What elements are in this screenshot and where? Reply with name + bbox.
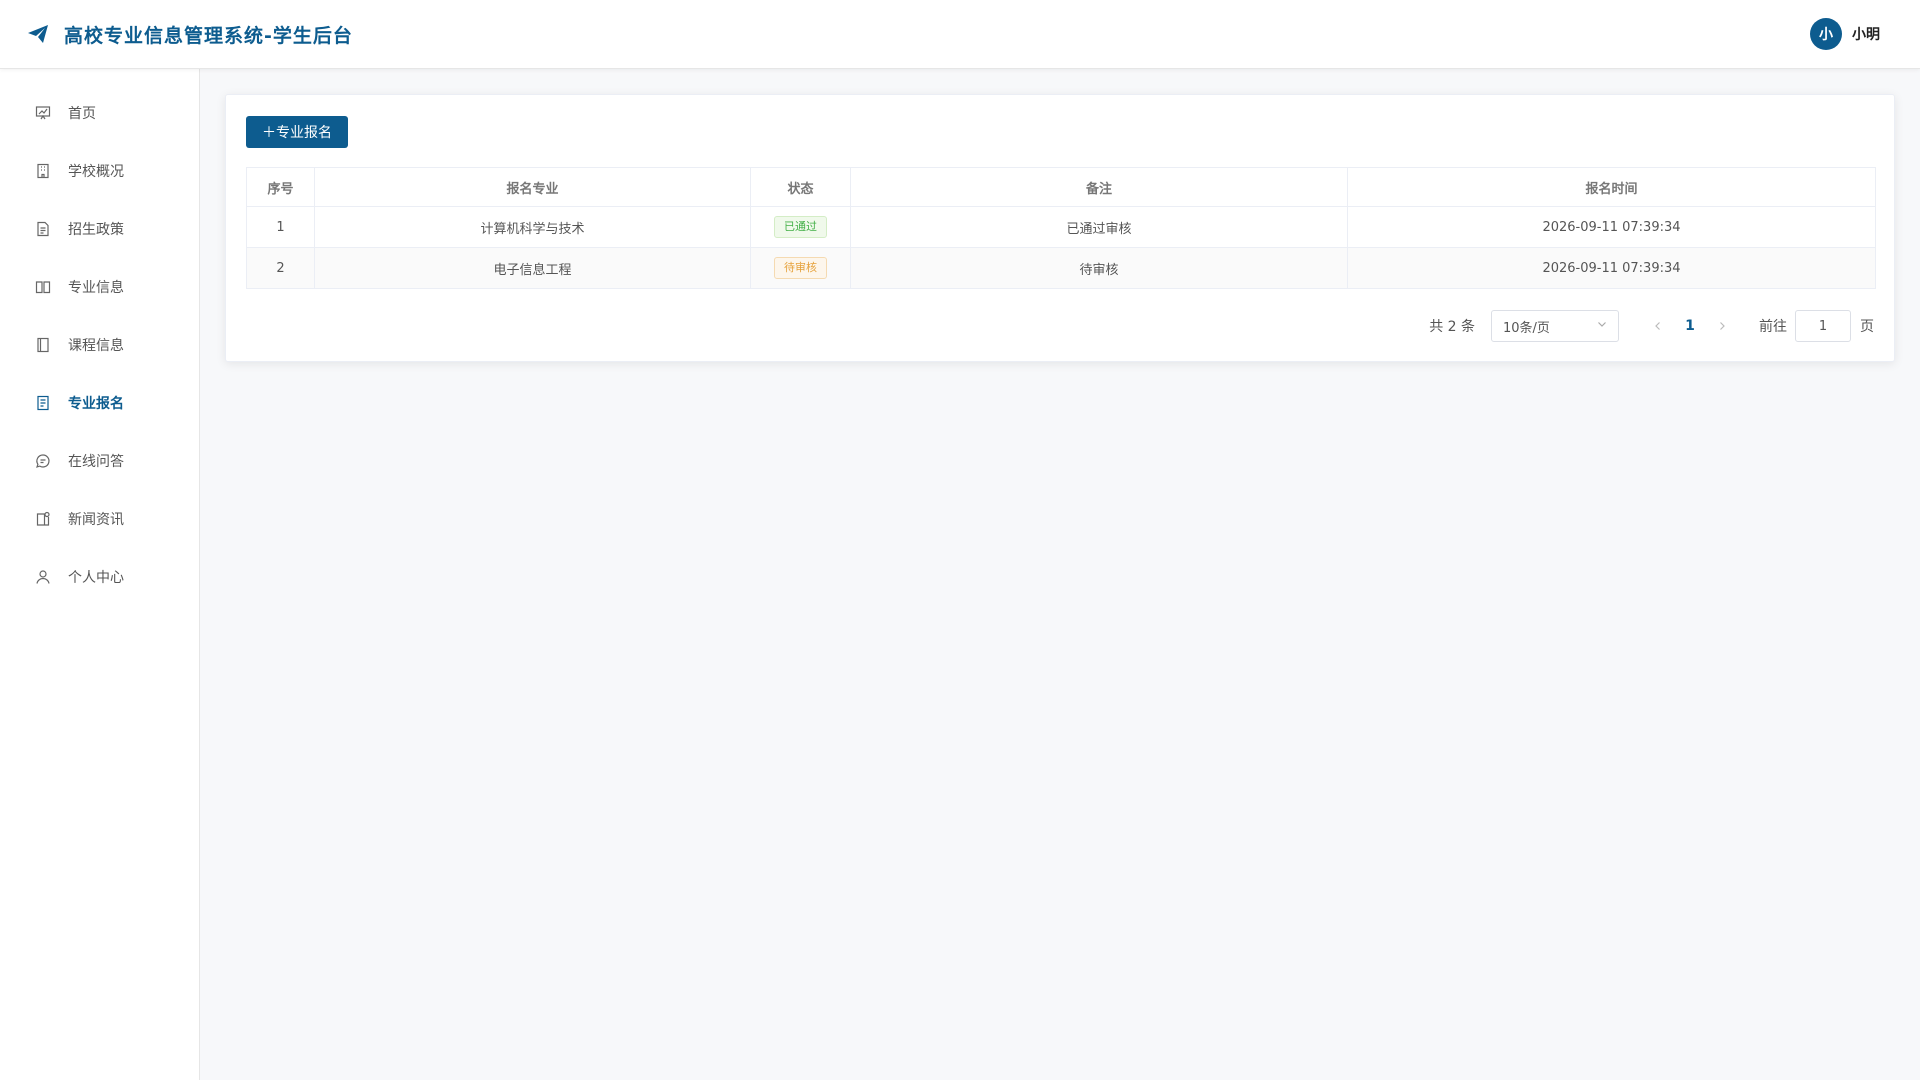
- chat-icon: [34, 452, 52, 470]
- user-menu[interactable]: 小 小明: [1810, 18, 1880, 50]
- sidebar-item-label: 学校概况: [68, 164, 124, 180]
- cell-index: 1: [246, 206, 315, 248]
- sidebar-item-label: 专业报名: [68, 396, 124, 412]
- notebook-icon: [34, 336, 52, 354]
- sidebar-item-online-qa[interactable]: 在线问答: [0, 432, 199, 490]
- app-title: 高校专业信息管理系统-学生后台: [64, 24, 353, 47]
- col-index-header[interactable]: 序号: [246, 167, 315, 207]
- sidebar-item-school-overview[interactable]: 学校概况: [0, 142, 199, 200]
- sidebar-item-course-info[interactable]: 课程信息: [0, 316, 199, 374]
- sidebar-item-label: 新闻资讯: [68, 512, 124, 528]
- sidebar-item-home[interactable]: 首页: [0, 84, 199, 142]
- status-badge: 待审核: [774, 257, 827, 279]
- chevron-left-icon: [1655, 322, 1660, 330]
- col-time-header[interactable]: 报名时间: [1347, 167, 1876, 207]
- top-header: 高校专业信息管理系统-学生后台 小 小明: [0, 0, 1920, 69]
- cell-remark: 已通过审核: [850, 206, 1348, 248]
- sidebar-item-label: 首页: [68, 106, 96, 122]
- sidebar-item-label: 招生政策: [68, 222, 124, 238]
- main-content: ＋专业报名 序号 报名专业 状态 备注 报名时间 1 计算机科学与技术 已通过: [200, 69, 1920, 1080]
- status-badge: 已通过: [774, 216, 827, 238]
- cell-time: 2026-09-11 07:39:34: [1347, 247, 1876, 289]
- signup-card: ＋专业报名 序号 报名专业 状态 备注 报名时间 1 计算机科学与技术 已通过: [225, 94, 1895, 362]
- page-number-current[interactable]: 1: [1673, 318, 1707, 334]
- cell-status: 已通过: [750, 206, 851, 248]
- col-status-header[interactable]: 状态: [750, 167, 851, 207]
- cell-remark: 待审核: [850, 247, 1348, 289]
- goto-page-input[interactable]: [1795, 310, 1851, 342]
- table-row[interactable]: 2 电子信息工程 待审核 待审核 2026-09-11 07:39:34: [246, 247, 1876, 289]
- sidebar-item-profile[interactable]: 个人中心: [0, 548, 199, 606]
- sidebar-item-major-info[interactable]: 专业信息: [0, 258, 199, 316]
- page-size-value: 10条/页: [1503, 320, 1550, 336]
- sidebar-item-label: 专业信息: [68, 280, 124, 296]
- cell-major: 计算机科学与技术: [314, 206, 751, 248]
- col-remark-header[interactable]: 备注: [850, 167, 1348, 207]
- user-icon: [34, 568, 52, 586]
- sidebar-item-label: 个人中心: [68, 570, 124, 586]
- paper-plane-icon: [25, 21, 51, 47]
- signup-table: 序号 报名专业 状态 备注 报名时间 1 计算机科学与技术 已通过 已通过审核 …: [246, 167, 1876, 289]
- news-icon: [34, 510, 52, 528]
- brand[interactable]: 高校专业信息管理系统-学生后台: [25, 21, 353, 48]
- user-name[interactable]: 小明: [1852, 24, 1880, 44]
- chevron-right-icon: [1720, 322, 1725, 330]
- sidebar-item-label: 课程信息: [68, 338, 124, 354]
- avatar[interactable]: 小: [1810, 18, 1842, 50]
- cell-major: 电子信息工程: [314, 247, 751, 289]
- cell-status: 待审核: [750, 247, 851, 289]
- next-page-button[interactable]: [1707, 310, 1737, 342]
- building-icon: [34, 162, 52, 180]
- pagination: 共 2 条 10条/页 1 前往 页: [1429, 310, 1874, 342]
- document-icon: [34, 220, 52, 238]
- table-header-row: 序号 报名专业 状态 备注 报名时间: [246, 167, 1876, 207]
- sidebar-item-major-signup[interactable]: 专业报名: [0, 374, 199, 432]
- cell-time: 2026-09-11 07:39:34: [1347, 206, 1876, 248]
- form-icon: [34, 394, 52, 412]
- sidebar-item-admission-policy[interactable]: 招生政策: [0, 200, 199, 258]
- cell-index: 2: [246, 247, 315, 289]
- dashboard-icon: [34, 104, 52, 122]
- chevron-down-icon: [1596, 318, 1608, 334]
- sidebar-menu: 首页 学校概况 招生政策 专业信息 课程信息 专业报名 在线问答 新闻资讯 个人…: [0, 69, 199, 606]
- table-row[interactable]: 1 计算机科学与技术 已通过 已通过审核 2026-09-11 07:39:34: [246, 206, 1876, 248]
- sidebar-item-news[interactable]: 新闻资讯: [0, 490, 199, 548]
- add-signup-button[interactable]: ＋专业报名: [246, 116, 348, 148]
- page-size-select[interactable]: 10条/页: [1491, 310, 1619, 342]
- book-icon: [34, 278, 52, 296]
- col-major-header[interactable]: 报名专业: [314, 167, 751, 207]
- goto-suffix: 页: [1860, 319, 1874, 335]
- goto-label: 前往: [1759, 319, 1787, 335]
- prev-page-button[interactable]: [1643, 310, 1673, 342]
- pagination-total: 共 2 条: [1429, 319, 1475, 335]
- sidebar: 首页 学校概况 招生政策 专业信息 课程信息 专业报名 在线问答 新闻资讯 个人…: [0, 69, 200, 1080]
- sidebar-item-label: 在线问答: [68, 454, 124, 470]
